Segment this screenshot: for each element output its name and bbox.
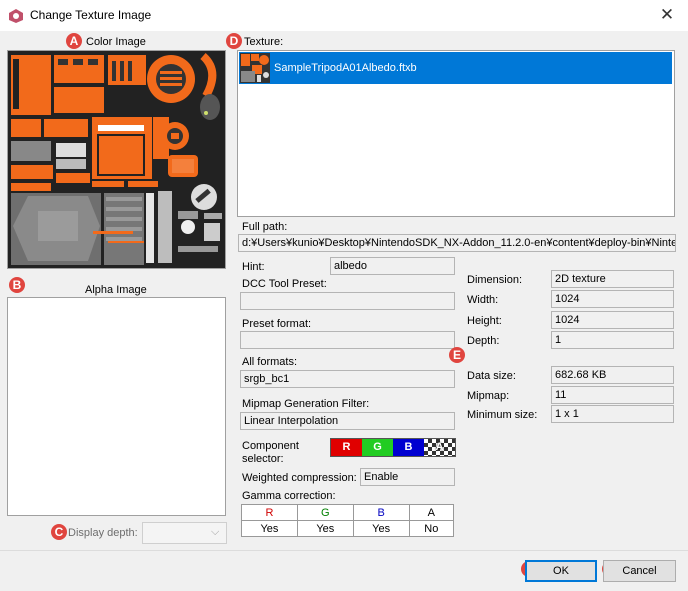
close-icon[interactable]: ✕ <box>655 4 679 26</box>
gamma-header-g: G <box>296 504 354 521</box>
channel-r-swatch[interactable]: R <box>331 439 362 456</box>
depth-label: Depth: <box>467 335 500 347</box>
marker-d: D <box>226 33 242 49</box>
ok-button[interactable]: OK <box>525 560 597 582</box>
dcc-preset-field[interactable] <box>240 292 455 310</box>
width-label: Width: <box>467 294 499 306</box>
all-formats-label: All formats: <box>242 356 298 368</box>
gamma-value-r: Yes <box>241 520 298 537</box>
marker-c: C <box>51 524 67 540</box>
weighted-compression-label: Weighted compression: <box>242 472 357 484</box>
texture-list-item[interactable]: SampleTripodA01Albedo.ftxb <box>239 52 672 84</box>
mipmap-label: Mipmap: <box>467 390 510 402</box>
display-depth-label: Display depth: <box>68 527 138 539</box>
channel-g-swatch[interactable]: G <box>362 439 393 456</box>
dcc-preset-label: DCC Tool Preset: <box>242 278 327 290</box>
minimum-size-label: Minimum size: <box>467 409 538 421</box>
texture-list[interactable]: SampleTripodA01Albedo.ftxb <box>237 50 675 217</box>
gamma-header-b: B <box>352 504 410 521</box>
color-image-preview <box>7 50 226 269</box>
depth-field[interactable]: 1 <box>551 331 674 349</box>
preset-format-field[interactable] <box>240 331 455 349</box>
texture-label: Texture: <box>244 36 284 48</box>
gamma-value-b: Yes <box>352 520 410 537</box>
marker-a: A <box>66 33 82 49</box>
alpha-image-label: Alpha Image <box>85 284 147 296</box>
gamma-value-a: No <box>408 520 455 537</box>
marker-e: E <box>449 347 465 363</box>
component-selector-label-2: selector: <box>242 453 284 465</box>
gamma-table: R G B A Yes Yes Yes No <box>241 504 455 537</box>
footer-divider <box>0 550 688 551</box>
data-size-field[interactable]: 682.68 KB <box>551 366 674 384</box>
mipmap-filter-field[interactable]: Linear Interpolation <box>240 412 455 430</box>
channel-b-swatch[interactable]: B <box>393 439 424 456</box>
dimension-label: Dimension: <box>467 274 523 286</box>
color-image-label: Color Image <box>86 36 146 48</box>
gamma-header-r: R <box>241 504 298 521</box>
hint-field[interactable]: albedo <box>330 257 455 275</box>
display-depth-select[interactable]: ⌵ <box>142 522 227 544</box>
preset-format-label: Preset format: <box>242 318 312 330</box>
texture-thumbnail-icon <box>240 53 270 83</box>
hint-label: Hint: <box>242 261 265 273</box>
gamma-header-a: A <box>408 504 455 521</box>
height-label: Height: <box>467 315 502 327</box>
mipmap-field[interactable]: 11 <box>551 386 674 404</box>
chevron-down-icon: ⌵ <box>211 526 220 538</box>
texture-image <box>8 51 225 268</box>
data-size-label: Data size: <box>467 370 516 382</box>
window-title: Change Texture Image <box>30 8 152 22</box>
minimum-size-field[interactable]: 1 x 1 <box>551 405 674 423</box>
all-formats-field[interactable]: srgb_bc1 <box>240 370 455 388</box>
component-selector-label-1: Component <box>242 440 299 452</box>
alpha-image-preview <box>7 297 226 516</box>
component-selector[interactable]: R G B A <box>330 438 456 457</box>
channel-a-swatch[interactable]: A <box>424 439 455 456</box>
fullpath-label: Full path: <box>242 221 288 233</box>
cancel-button[interactable]: Cancel <box>603 560 676 582</box>
fullpath-field[interactable]: d:¥Users¥kunio¥Desktop¥NintendoSDK_NX-Ad… <box>238 234 676 252</box>
weighted-compression-field[interactable]: Enable <box>360 468 455 486</box>
dimension-field[interactable]: 2D texture <box>551 270 674 288</box>
gamma-correction-label: Gamma correction: <box>242 490 336 502</box>
height-field[interactable]: 1024 <box>551 311 674 329</box>
app-icon <box>8 8 24 24</box>
width-field[interactable]: 1024 <box>551 290 674 308</box>
mipmap-filter-label: Mipmap Generation Filter: <box>242 398 370 410</box>
texture-filename: SampleTripodA01Albedo.ftxb <box>274 62 417 74</box>
gamma-value-g: Yes <box>296 520 354 537</box>
marker-b: B <box>9 277 25 293</box>
